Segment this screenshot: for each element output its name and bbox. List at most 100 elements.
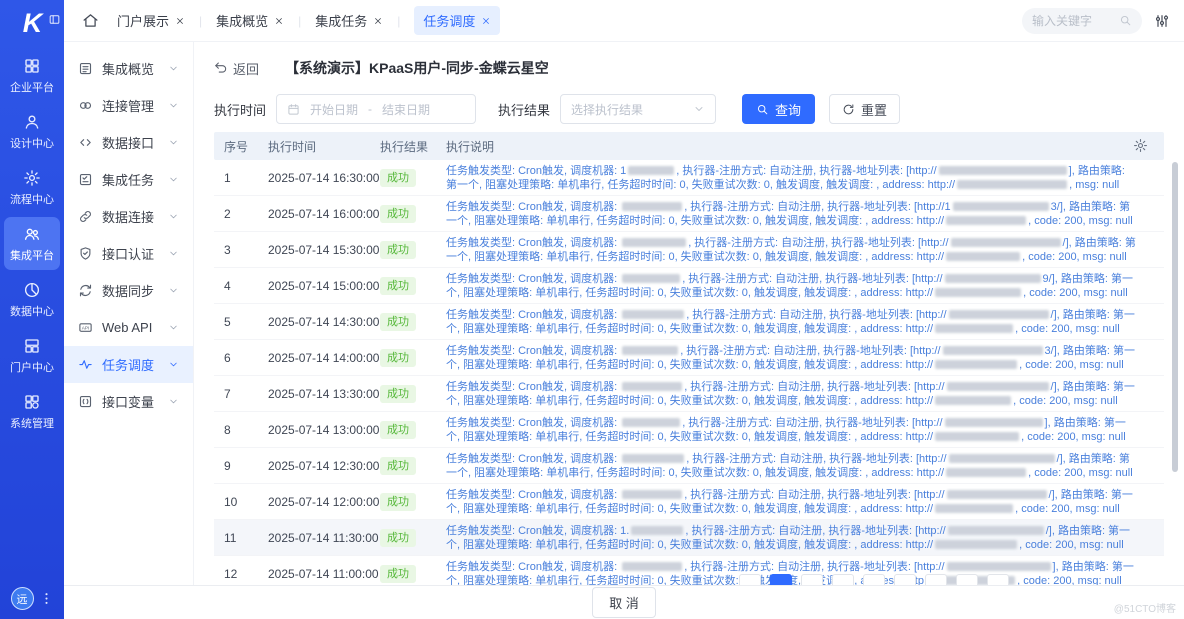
rail-item-label: 数据中心 — [10, 303, 54, 319]
sidebar-item-label: 接口变量 — [102, 392, 154, 411]
table-row[interactable]: 9 2025-07-14 12:30:00 成功 任务触发类型: Cron触发,… — [214, 448, 1164, 484]
table-row[interactable]: 4 2025-07-14 15:00:00 成功 任务触发类型: Cron触发,… — [214, 268, 1164, 304]
end-date-placeholder: 结束日期 — [382, 101, 430, 118]
table-row[interactable]: 1 2025-07-14 16:30:00 成功 任务触发类型: Cron触发,… — [214, 160, 1164, 196]
rail-item-data-center[interactable]: 数据中心 — [4, 273, 60, 326]
table-row[interactable]: 3 2025-07-14 15:30:00 成功 任务触发类型: Cron触发,… — [214, 232, 1164, 268]
pagination-page[interactable] — [801, 574, 823, 585]
table-row[interactable]: 5 2025-07-14 14:30:00 成功 任务触发类型: Cron触发,… — [214, 304, 1164, 340]
query-button[interactable]: 查询 — [742, 94, 815, 124]
row-description: 任务触发类型: Cron触发, 调度机器: , 执行器-注册方式: 自动注册, … — [446, 416, 1138, 444]
collapse-panel-icon[interactable] — [48, 13, 61, 26]
pagination-page[interactable] — [832, 574, 854, 585]
table-header-row: 序号 执行时间 执行结果 执行说明 — [214, 132, 1164, 160]
redacted-text — [935, 324, 1013, 333]
pagination-page-active[interactable] — [770, 574, 792, 585]
rail-item-flow[interactable]: 流程中心 — [4, 161, 60, 214]
cancel-button[interactable]: 取 消 — [592, 587, 656, 618]
redacted-text — [935, 504, 1013, 513]
rail-item-system[interactable]: 系统管理 — [4, 385, 60, 438]
pagination-page[interactable] — [739, 574, 761, 585]
close-icon[interactable] — [274, 16, 284, 26]
sidebar-item-schedule[interactable]: 任务调度 — [64, 346, 193, 383]
redacted-text — [622, 562, 682, 571]
sidebar-item-webapi[interactable]: API Web API — [64, 309, 193, 346]
design-icon — [23, 113, 41, 131]
table-row[interactable]: 12 2025-07-14 11:00:00 成功 任务触发类型: Cron触发… — [214, 556, 1164, 585]
table-row[interactable]: 11 2025-07-14 11:30:00 成功 任务触发类型: Cron触发… — [214, 520, 1164, 556]
close-icon[interactable] — [175, 16, 185, 26]
redacted-text — [945, 274, 1041, 283]
result-select[interactable]: 选择执行结果 — [560, 94, 716, 124]
top-navigation-bar: 门户展示 | 集成概览 | 集成任务 | 任务调度 输入关键字 — [64, 0, 1184, 42]
reset-button[interactable]: 重置 — [829, 94, 900, 124]
row-description: 任务触发类型: Cron触发, 调度机器: , 执行器-注册方式: 自动注册, … — [446, 452, 1138, 480]
reset-refresh-icon — [842, 103, 855, 116]
redacted-text — [943, 346, 1043, 355]
sidebar-item-data-api[interactable]: 数据接口 — [64, 124, 193, 161]
portal-icon — [23, 337, 41, 355]
chevron-down-icon — [168, 63, 179, 74]
nav-tab-1[interactable]: 门户展示 — [117, 11, 185, 30]
flow-icon — [23, 169, 41, 187]
back-button[interactable]: 返回 — [214, 59, 259, 78]
sidebar-item-overview[interactable]: 集成概览 — [64, 50, 193, 87]
table-row[interactable]: 10 2025-07-14 12:00:00 成功 任务触发类型: Cron触发… — [214, 484, 1164, 520]
rail-item-enterprise[interactable]: 企业平台 — [4, 49, 60, 102]
user-avatar[interactable]: 远 — [11, 587, 34, 610]
scrollbar-thumb[interactable] — [1172, 162, 1178, 472]
rail-item-portal[interactable]: 门户中心 — [4, 329, 60, 382]
sidebar-item-sync[interactable]: 数据同步 — [64, 272, 193, 309]
rail-item-label: 系统管理 — [10, 415, 54, 431]
primary-sidebar: K 企业平台 设计中心 流程中心 集成平台 数据中心 门户中心 系统管理 远 — [0, 0, 64, 619]
redacted-text — [935, 396, 1011, 405]
sidebar-item-auth[interactable]: 接口认证 — [64, 235, 193, 272]
home-icon[interactable] — [82, 12, 99, 29]
close-icon[interactable] — [481, 16, 491, 26]
vertical-scrollbar[interactable] — [1172, 162, 1178, 581]
nav-tab-4[interactable]: 任务调度 — [414, 6, 500, 35]
pagination-page[interactable] — [987, 574, 1009, 585]
table-row[interactable]: 7 2025-07-14 13:30:00 成功 任务触发类型: Cron触发,… — [214, 376, 1164, 412]
row-description: 任务触发类型: Cron触发, 调度机器: , 执行器-注册方式: 自动注册, … — [446, 344, 1138, 372]
table-row[interactable]: 8 2025-07-14 13:00:00 成功 任务触发类型: Cron触发,… — [214, 412, 1164, 448]
table-row[interactable]: 6 2025-07-14 14:00:00 成功 任务触发类型: Cron触发,… — [214, 340, 1164, 376]
nav-tab-3[interactable]: 集成任务 — [315, 11, 383, 30]
status-badge: 成功 — [380, 169, 416, 187]
filter-settings-icon[interactable] — [1154, 13, 1170, 29]
rail-item-integration[interactable]: 集成平台 — [4, 217, 60, 270]
data-link-icon — [78, 209, 93, 224]
table-settings-gear-icon[interactable] — [1133, 138, 1148, 153]
rail-item-label: 企业平台 — [10, 79, 54, 95]
rail-item-design[interactable]: 设计中心 — [4, 105, 60, 158]
result-select-placeholder: 选择执行结果 — [571, 101, 643, 118]
sidebar-item-label: 数据同步 — [102, 281, 154, 300]
chevron-down-icon — [693, 103, 705, 115]
redacted-text — [622, 382, 682, 391]
more-options-icon[interactable] — [39, 591, 54, 606]
redacted-text — [935, 360, 1017, 369]
pagination-page[interactable] — [956, 574, 978, 585]
sidebar-item-tasks[interactable]: 集成任务 — [64, 161, 193, 198]
calendar-icon — [287, 103, 300, 116]
redacted-text — [935, 540, 1017, 549]
watermark: @51CTO博客 — [1114, 600, 1176, 615]
table-row[interactable]: 2 2025-07-14 16:00:00 成功 任务触发类型: Cron触发,… — [214, 196, 1164, 232]
sidebar-item-data-link[interactable]: 数据连接 — [64, 198, 193, 235]
pagination-page[interactable] — [863, 574, 885, 585]
row-seq: 10 — [214, 495, 268, 509]
pagination-page[interactable] — [894, 574, 916, 585]
date-range-picker[interactable]: 开始日期 - 结束日期 — [276, 94, 476, 124]
close-icon[interactable] — [373, 16, 383, 26]
nav-separator: | — [397, 14, 400, 28]
main-content: 返回 【系统演示】KPaaS用户-同步-金蝶云星空 执行时间 开始日期 - 结束… — [194, 42, 1184, 585]
sidebar-item-connect[interactable]: 连接管理 — [64, 87, 193, 124]
row-seq: 11 — [214, 531, 268, 545]
nav-tab-2[interactable]: 集成概览 — [216, 11, 284, 30]
nav-separator: | — [298, 14, 301, 28]
search-input[interactable]: 输入关键字 — [1022, 8, 1142, 34]
redacted-text — [622, 310, 684, 319]
pagination-page[interactable] — [925, 574, 947, 585]
sidebar-item-vars[interactable]: 接口变量 — [64, 383, 193, 420]
redacted-text — [622, 346, 678, 355]
